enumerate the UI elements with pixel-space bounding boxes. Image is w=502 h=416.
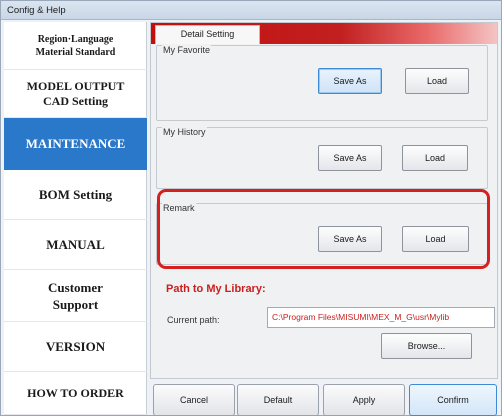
sidebar-item-region-language[interactable]: Region·Language Material Standard	[4, 22, 147, 70]
current-path-label: Current path:	[167, 315, 220, 325]
cancel-button[interactable]: Cancel	[153, 384, 235, 416]
my-history-group: My History Save As Load	[156, 127, 488, 189]
sidebar-item-label: Material Standard	[35, 46, 116, 58]
config-help-window: Config & Help Region·Language Material S…	[0, 0, 502, 416]
sidebar-item-customer-support[interactable]: Customer Support	[4, 270, 147, 322]
sidebar-item-label: HOW TO ORDER	[27, 385, 124, 400]
sidebar-item-label: MANUAL	[46, 236, 105, 252]
sidebar: Region·Language Material Standard MODEL …	[4, 22, 147, 415]
remark-load-button[interactable]: Load	[402, 226, 469, 252]
favorite-save-as-button[interactable]: Save As	[318, 68, 382, 94]
sidebar-item-label: Customer	[48, 279, 103, 295]
group-label: My History	[162, 127, 207, 137]
sidebar-item-version[interactable]: VERSION	[4, 322, 147, 372]
apply-button[interactable]: Apply	[323, 384, 405, 416]
my-favorite-group: My Favorite Save As Load	[156, 45, 488, 121]
sidebar-item-label: Region·Language	[37, 33, 114, 45]
favorite-load-button[interactable]: Load	[405, 68, 469, 94]
group-label: My Favorite	[162, 45, 212, 55]
tab-bar: Detail Setting	[151, 23, 497, 44]
sidebar-item-label: VERSION	[45, 338, 106, 354]
remark-group: Remark Save As Load	[156, 203, 488, 265]
sidebar-item-maintenance[interactable]: MAINTENANCE	[4, 118, 147, 170]
sidebar-item-label: BOM Setting	[38, 186, 113, 202]
title-bar: Config & Help	[1, 1, 501, 20]
sidebar-item-label: MODEL OUTPUT	[26, 78, 125, 93]
sidebar-item-how-to-order[interactable]: HOW TO ORDER	[4, 372, 147, 415]
sidebar-item-label: MAINTENANCE	[25, 136, 126, 151]
sidebar-item-label: CAD Setting	[43, 93, 108, 108]
browse-button[interactable]: Browse...	[381, 333, 472, 359]
current-path-field[interactable]: C:\Program Files\MISUMI\MEX_M_G\usr\Myli…	[267, 307, 495, 328]
sidebar-item-model-output[interactable]: MODEL OUTPUT CAD Setting	[4, 70, 147, 118]
sidebar-item-manual[interactable]: MANUAL	[4, 220, 147, 270]
library-path-heading: Path to My Library:	[166, 283, 266, 295]
remark-save-as-button[interactable]: Save As	[318, 226, 382, 252]
tab-detail-setting[interactable]: Detail Setting	[155, 25, 260, 44]
window-title: Config & Help	[7, 5, 66, 16]
history-save-as-button[interactable]: Save As	[318, 145, 382, 171]
history-load-button[interactable]: Load	[402, 145, 468, 171]
confirm-button[interactable]: Confirm	[409, 384, 497, 416]
sidebar-item-bom-setting[interactable]: BOM Setting	[4, 170, 147, 220]
default-button[interactable]: Default	[237, 384, 319, 416]
sidebar-item-label: Support	[52, 296, 99, 312]
group-label: Remark	[162, 203, 196, 213]
